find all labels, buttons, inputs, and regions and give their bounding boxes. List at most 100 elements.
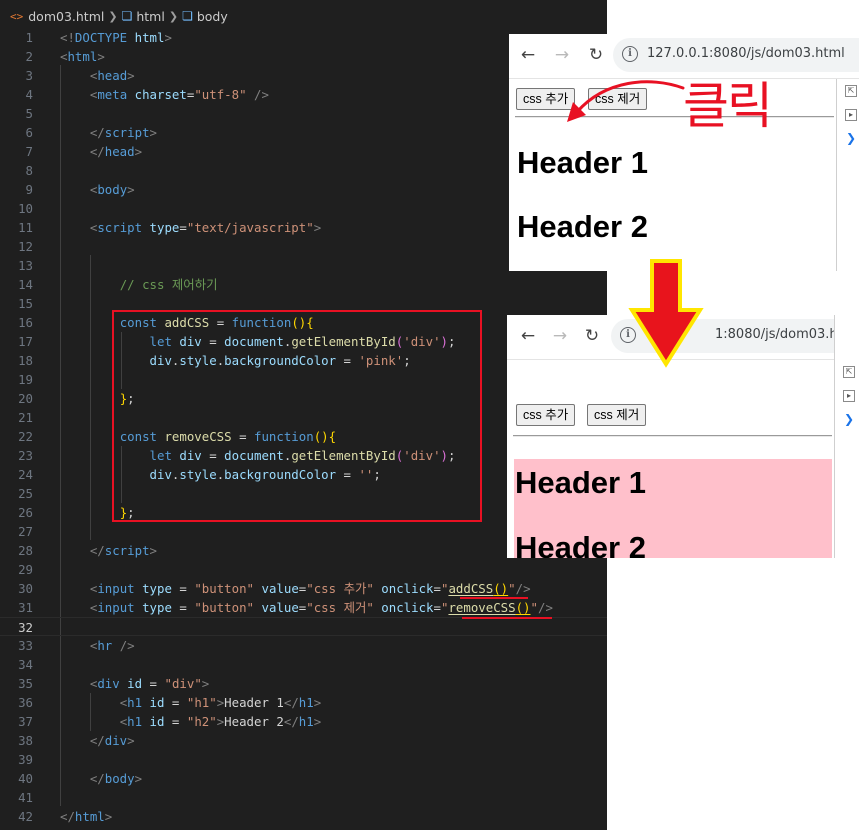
- code-token: "text/javascript": [186, 220, 314, 235]
- chevron-right-icon: ❯: [168, 9, 179, 23]
- code-token: hr: [97, 638, 113, 653]
- code-token: onclick: [381, 581, 434, 596]
- code-token: Header 2: [224, 714, 284, 729]
- breadcrumb-body[interactable]: body: [197, 9, 228, 24]
- forward-arrow-icon[interactable]: →: [551, 44, 573, 66]
- line-code: <script type="text/javascript">: [60, 218, 321, 237]
- line-number: 17: [18, 334, 33, 349]
- code-token: >: [313, 714, 322, 729]
- code-token: />: [254, 87, 269, 102]
- back-arrow-icon[interactable]: ←: [517, 325, 539, 347]
- line-number: 35: [18, 676, 33, 691]
- code-token: (): [515, 600, 531, 615]
- line-code: </div>: [60, 731, 135, 750]
- code-token: input: [97, 581, 135, 596]
- line-number: 36: [18, 695, 33, 710]
- code-token: ": [530, 600, 538, 615]
- code-token: =: [142, 676, 165, 691]
- back-arrow-icon[interactable]: ←: [517, 44, 539, 66]
- code-token: =: [164, 714, 187, 729]
- header-2: Header 2: [517, 209, 648, 244]
- code-token: h1: [127, 714, 143, 729]
- breadcrumb: <> dom03.html ❯ ❏ html ❯ ❏ body: [0, 5, 607, 27]
- chevron-right-icon[interactable]: ❯: [846, 131, 856, 145]
- code-token: =: [179, 220, 187, 235]
- code-line[interactable]: 42 </html>: [0, 807, 607, 826]
- code-token: removeCSS: [448, 600, 516, 615]
- code-token: value: [261, 600, 299, 615]
- code-token: Header 1: [224, 695, 284, 710]
- reload-icon[interactable]: ↻: [585, 44, 607, 66]
- code-line[interactable]: 35 <div id = "div">: [0, 674, 607, 693]
- line-number: 5: [25, 106, 33, 121]
- line-code: </script>: [60, 541, 157, 560]
- code-line[interactable]: 33 <hr />: [0, 636, 607, 655]
- code-token: id: [127, 676, 143, 691]
- code-line[interactable]: 32: [0, 617, 607, 636]
- devtools-play-icon[interactable]: ▸: [845, 109, 857, 121]
- css-add-button[interactable]: css 추가: [516, 404, 576, 426]
- code-line[interactable]: 36 <h1 id = "h1">Header 1</h1>: [0, 693, 607, 712]
- code-line[interactable]: 39: [0, 750, 607, 769]
- line-code: <input type = "button" value="css 추가" on…: [60, 579, 531, 598]
- code-token: =: [433, 581, 441, 596]
- line-code: // css 제어하기: [60, 275, 218, 294]
- code-line[interactable]: 14 // css 제어하기: [0, 275, 607, 294]
- code-line[interactable]: 34: [0, 655, 607, 674]
- line-code: <html>: [60, 47, 105, 66]
- code-token: div: [104, 733, 128, 748]
- code-line[interactable]: 40 </body>: [0, 769, 607, 788]
- address-bar[interactable]: i 127.0.0.1:8080/js/dom03.html: [613, 38, 859, 72]
- devtools-toggle-icon[interactable]: ⇱: [845, 85, 857, 97]
- css-remove-button[interactable]: css 제거: [587, 404, 647, 426]
- line-number: 25: [18, 486, 33, 501]
- header-1: Header 1: [517, 145, 648, 180]
- code-token: </: [89, 543, 105, 558]
- site-info-icon[interactable]: i: [622, 46, 638, 62]
- reload-icon[interactable]: ↻: [581, 325, 603, 347]
- line-number: 11: [18, 220, 33, 235]
- breadcrumb-html[interactable]: html: [136, 9, 164, 24]
- code-token: >: [127, 182, 135, 197]
- line-number: 7: [25, 144, 33, 159]
- devtools-play-icon[interactable]: ▸: [843, 390, 855, 402]
- code-line[interactable]: 30 <input type = "button" value="css 추가"…: [0, 579, 607, 598]
- code-token: // css 제어하기: [119, 277, 218, 292]
- forward-arrow-icon[interactable]: →: [549, 325, 571, 347]
- line-number: 6: [25, 125, 33, 140]
- html-file-icon: <>: [10, 9, 24, 23]
- code-line[interactable]: 37 <h1 id = "h2">Header 2</h1>: [0, 712, 607, 731]
- line-number: 27: [18, 524, 33, 539]
- devtools-toggle-icon[interactable]: ⇱: [843, 366, 855, 378]
- line-number: 23: [18, 448, 33, 463]
- code-token: =: [171, 581, 195, 596]
- line-number: 16: [18, 315, 33, 330]
- chevron-right-icon[interactable]: ❯: [844, 412, 854, 426]
- code-line[interactable]: 29: [0, 560, 607, 579]
- code-line[interactable]: 41: [0, 788, 607, 807]
- code-token: body: [104, 771, 135, 786]
- code-line[interactable]: 31 <input type = "button" value="css 제거"…: [0, 598, 607, 617]
- click-annotation: 클릭: [683, 77, 773, 135]
- breadcrumb-file[interactable]: dom03.html: [28, 9, 104, 24]
- code-line[interactable]: 38 </div>: [0, 731, 607, 750]
- code-token: head: [97, 68, 128, 83]
